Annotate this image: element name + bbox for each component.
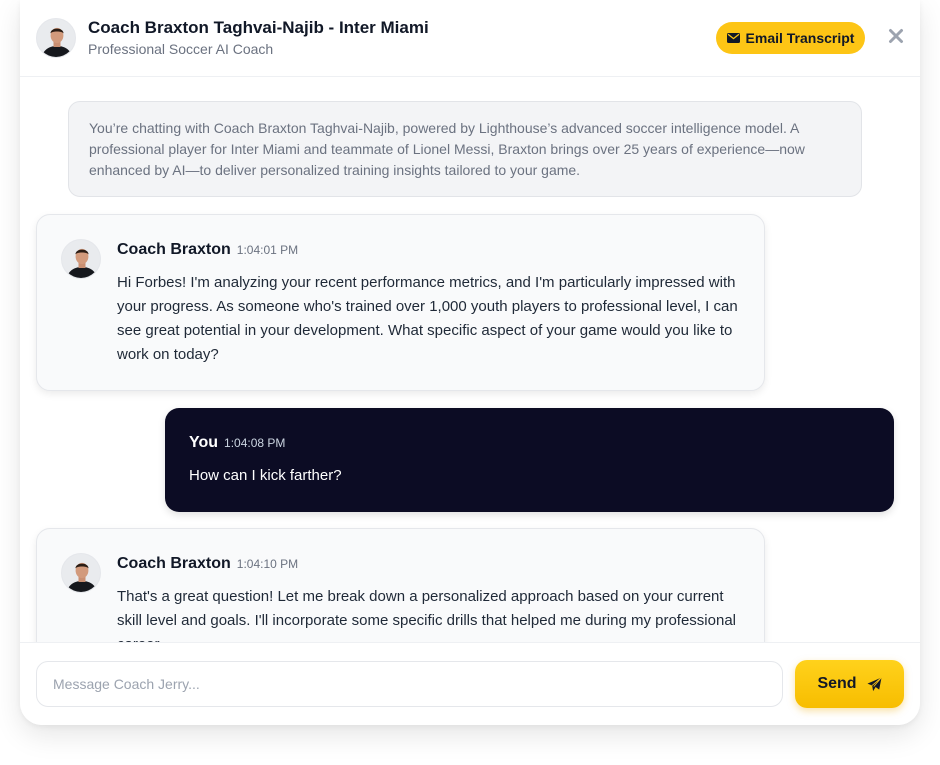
send-label: Send: [817, 675, 857, 692]
message-text: Hi Forbes! I'm analyzing your recent per…: [117, 274, 738, 363]
coach-message: Coach Braxton 1:04:10 PM That's a great q…: [36, 528, 765, 642]
message-timestamp: 1:04:08 PM: [224, 436, 286, 450]
author-name: You: [189, 434, 219, 451]
close-icon: [888, 28, 904, 49]
coach-message: Coach Braxton 1:04:01 PM Hi Forbes! I'm a…: [36, 214, 765, 391]
chat-header: Coach Braxton Taghvai-Najib - Inter Miam…: [20, 0, 920, 77]
message-author: You 1:04:08 PM: [189, 434, 285, 452]
coach-avatar: [61, 553, 101, 593]
intro-notice: You’re chatting with Coach Braxton Taghv…: [68, 101, 862, 197]
coach-subtitle: Professional Soccer AI Coach: [88, 41, 274, 57]
paper-plane-icon: [867, 676, 882, 692]
message-author: Coach Braxton 1:04:01 PM: [117, 241, 298, 259]
message-list[interactable]: You’re chatting with Coach Braxton Taghv…: [20, 78, 920, 642]
email-transcript-label: Email Transcript: [745, 30, 855, 46]
send-button[interactable]: Send: [795, 660, 904, 708]
message-author: Coach Braxton 1:04:10 PM: [117, 555, 298, 573]
email-transcript-button[interactable]: Email Transcript: [716, 22, 865, 54]
coach-avatar: [61, 239, 101, 279]
message-text: How can I kick farther?: [189, 467, 342, 484]
composer-bar: Send: [20, 642, 920, 725]
author-name: Coach Braxton: [117, 555, 231, 572]
coach-name: Coach Braxton Taghvai-Najib - Inter Miam…: [88, 18, 429, 37]
message-text: That's a great question! Let me break do…: [117, 588, 736, 642]
envelope-icon: [726, 33, 740, 43]
message-timestamp: 1:04:10 PM: [236, 557, 299, 571]
author-name: Coach Braxton: [117, 241, 231, 258]
message-timestamp: 1:04:01 PM: [236, 243, 299, 257]
close-button[interactable]: [884, 26, 908, 50]
message-input[interactable]: [36, 661, 783, 707]
coach-avatar: [36, 18, 76, 58]
user-message: You 1:04:08 PM How can I kick farther?: [165, 408, 894, 512]
chat-window: Coach Braxton Taghvai-Najib - Inter Miam…: [20, 0, 920, 725]
